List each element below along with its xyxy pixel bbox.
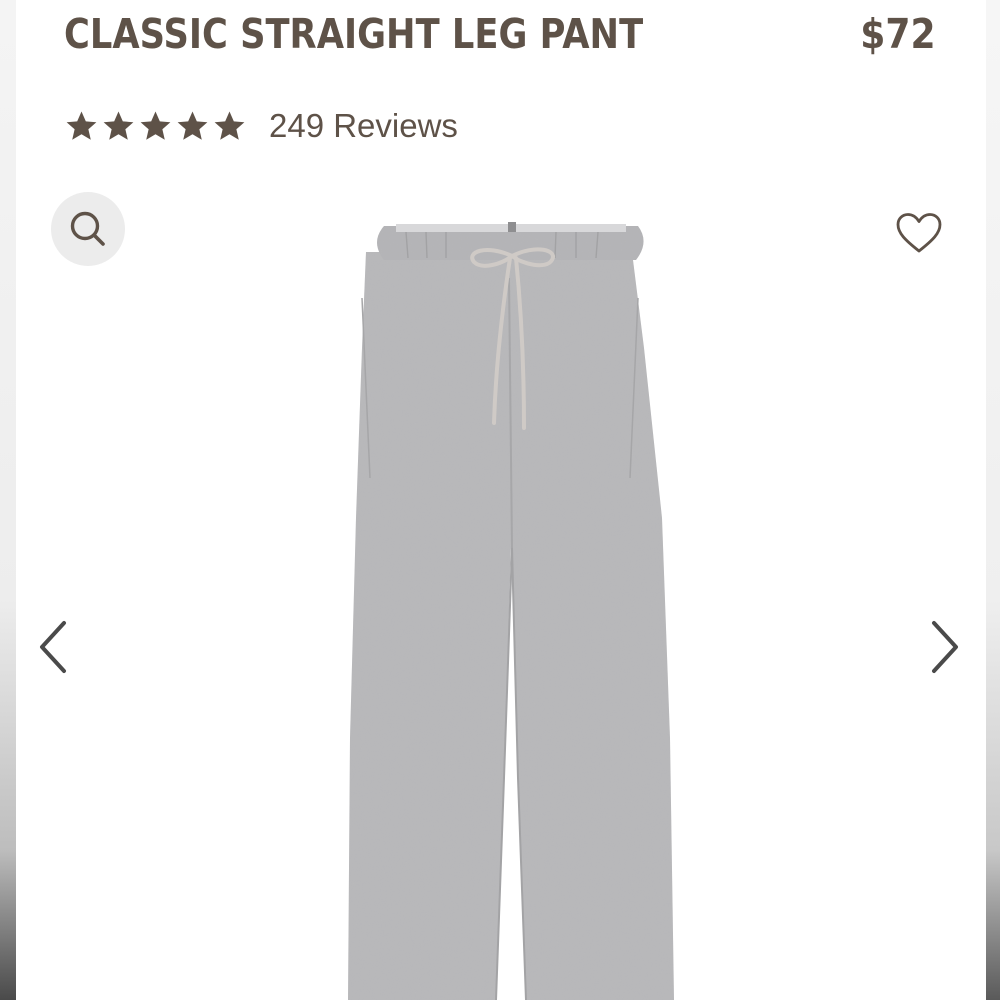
product-image[interactable] (326, 218, 676, 1000)
next-image-button[interactable] (924, 615, 964, 679)
star-icon (101, 109, 136, 143)
product-title: CLASSIC STRAIGHT LEG PANT (64, 10, 644, 58)
magnifier-icon (70, 211, 105, 246)
wishlist-button[interactable] (892, 208, 946, 258)
heart-outline-icon (896, 213, 942, 253)
chevron-right-icon (932, 621, 958, 673)
chevron-left-icon (40, 621, 66, 673)
star-icon (64, 109, 99, 143)
grey-sweatpants-image (348, 222, 674, 1000)
star-rating (64, 109, 249, 143)
product-price: $72 (860, 10, 936, 58)
star-icon (175, 109, 210, 143)
screen-edge-right (986, 0, 1000, 1000)
star-icon (138, 109, 173, 143)
rating-row[interactable]: 249 Reviews (64, 104, 458, 148)
previous-image-button[interactable] (34, 615, 74, 679)
star-icon (212, 109, 247, 143)
product-page-screenshot: CLASSIC STRAIGHT LEG PANT $72 249 Review… (0, 0, 1000, 1000)
product-detail: CLASSIC STRAIGHT LEG PANT $72 249 Review… (16, 0, 986, 1000)
reviews-link[interactable]: 249 Reviews (269, 107, 458, 145)
screen-edge-left (0, 0, 16, 1000)
zoom-button[interactable] (51, 192, 125, 266)
